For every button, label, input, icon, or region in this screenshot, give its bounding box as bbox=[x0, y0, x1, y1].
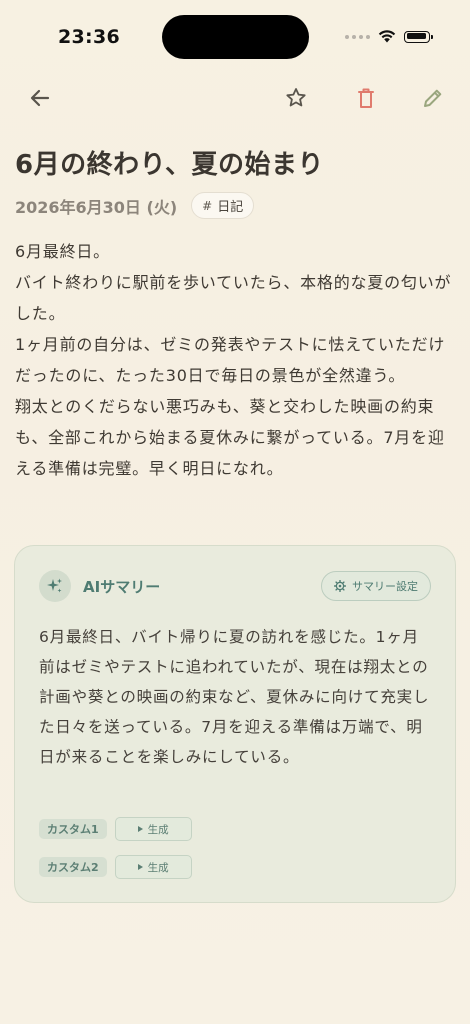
back-button[interactable] bbox=[20, 78, 60, 118]
star-icon bbox=[286, 88, 306, 107]
hash-icon: # bbox=[202, 198, 213, 213]
custom-row-2: カスタム2 生成 bbox=[39, 855, 192, 879]
generate-button-2[interactable]: 生成 bbox=[114, 855, 192, 879]
play-icon bbox=[137, 864, 143, 870]
summary-text: 6月最終日、バイト帰りに夏の訪れを感じた。1ヶ月前はゼミやテストに追われていたが… bbox=[39, 628, 430, 766]
entry-title: 6月の終わり、夏の始まり bbox=[15, 150, 325, 180]
battery-icon bbox=[404, 30, 433, 43]
status-icons bbox=[345, 30, 433, 43]
custom-row-1: カスタム1 生成 bbox=[39, 817, 192, 841]
generate-label-2: 生成 bbox=[147, 861, 169, 874]
generate-button-1[interactable]: 生成 bbox=[114, 817, 192, 841]
status-time: 23:36 bbox=[58, 26, 120, 48]
trash-icon bbox=[358, 88, 374, 108]
pencil-icon bbox=[424, 89, 442, 107]
entry-body: 6月最終日。 バイト終わりに駅前を歩いていたら、本格的な夏の匂いがした。 1ヶ月… bbox=[15, 242, 452, 478]
generate-label-1: 生成 bbox=[147, 823, 169, 836]
ai-summary-card: AIサマリー サマリー設定 6月最終日、バイト帰りに夏の訪れを感じた。1ヶ月前は… bbox=[14, 545, 456, 903]
favorite-button[interactable] bbox=[276, 78, 316, 118]
arrow-left-icon bbox=[30, 89, 50, 107]
custom-label-1: カスタム1 bbox=[39, 819, 107, 839]
gear-icon bbox=[334, 580, 346, 592]
summary-header: AIサマリー bbox=[39, 570, 160, 602]
sparkle-icon bbox=[39, 570, 71, 602]
summary-settings-label: サマリー設定 bbox=[352, 580, 418, 593]
tag-label: 日記 bbox=[217, 200, 244, 215]
summary-title: AIサマリー bbox=[83, 577, 161, 596]
play-icon bbox=[137, 826, 143, 832]
summary-settings-button[interactable]: サマリー設定 bbox=[321, 571, 431, 601]
delete-button[interactable] bbox=[346, 78, 386, 118]
wifi-icon bbox=[378, 30, 396, 43]
tag-chip[interactable]: # 日記 bbox=[191, 192, 255, 219]
toolbar bbox=[0, 78, 470, 118]
entry-meta: 2026年6月30日 (火) # 日記 bbox=[15, 192, 255, 219]
custom-label-2: カスタム2 bbox=[39, 857, 107, 877]
cellular-signal-icon bbox=[345, 34, 370, 39]
dynamic-island bbox=[162, 15, 309, 59]
edit-button[interactable] bbox=[413, 78, 453, 118]
entry-date: 2026年6月30日 (火) bbox=[15, 197, 178, 217]
status-bar: 23:36 bbox=[0, 0, 470, 70]
